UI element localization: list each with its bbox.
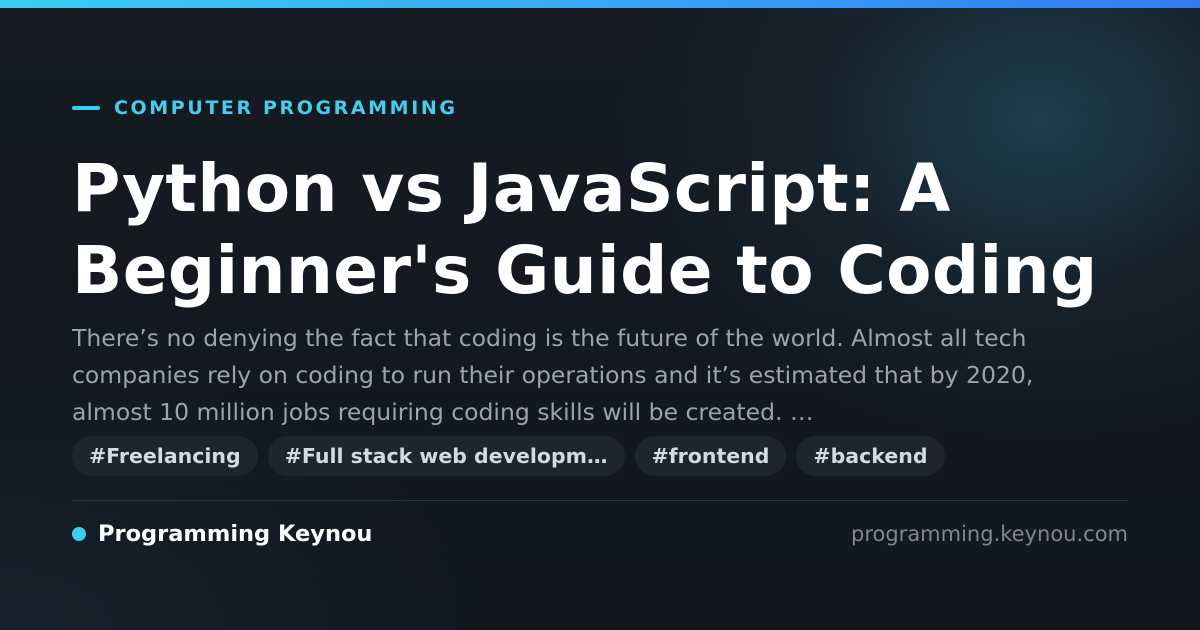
divider — [72, 500, 1128, 501]
article-description: There’s no denying the fact that coding … — [72, 324, 1034, 426]
tag-full-stack-web-development[interactable]: #Full stack web developm… — [267, 436, 625, 476]
article-title-line-2: Beginner's Guide to Coding — [72, 232, 1098, 309]
article-title: Python vs JavaScript: A Beginner's Guide … — [72, 148, 1132, 312]
brand[interactable]: Programming Keynou — [72, 521, 372, 547]
tag-list: #Freelancing #Full stack web developm… #… — [72, 436, 945, 476]
tag-freelancing[interactable]: #Freelancing — [72, 436, 258, 476]
category-eyebrow: COMPUTER PROGRAMMING — [72, 96, 458, 120]
category-label: COMPUTER PROGRAMMING — [114, 97, 458, 119]
article-title-line-1: Python vs JavaScript: A — [72, 150, 951, 227]
brand-name: Programming Keynou — [98, 521, 373, 547]
tag-backend[interactable]: #backend — [796, 436, 945, 476]
tag-frontend[interactable]: #frontend — [634, 436, 787, 476]
category-dash-icon — [72, 106, 100, 110]
footer: Programming Keynou programming.keynou.co… — [72, 518, 1128, 550]
brand-dot-icon — [72, 527, 86, 541]
site-url[interactable]: programming.keynou.com — [851, 522, 1128, 546]
card-content: COMPUTER PROGRAMMING Python vs JavaScrip… — [72, 0, 1128, 630]
